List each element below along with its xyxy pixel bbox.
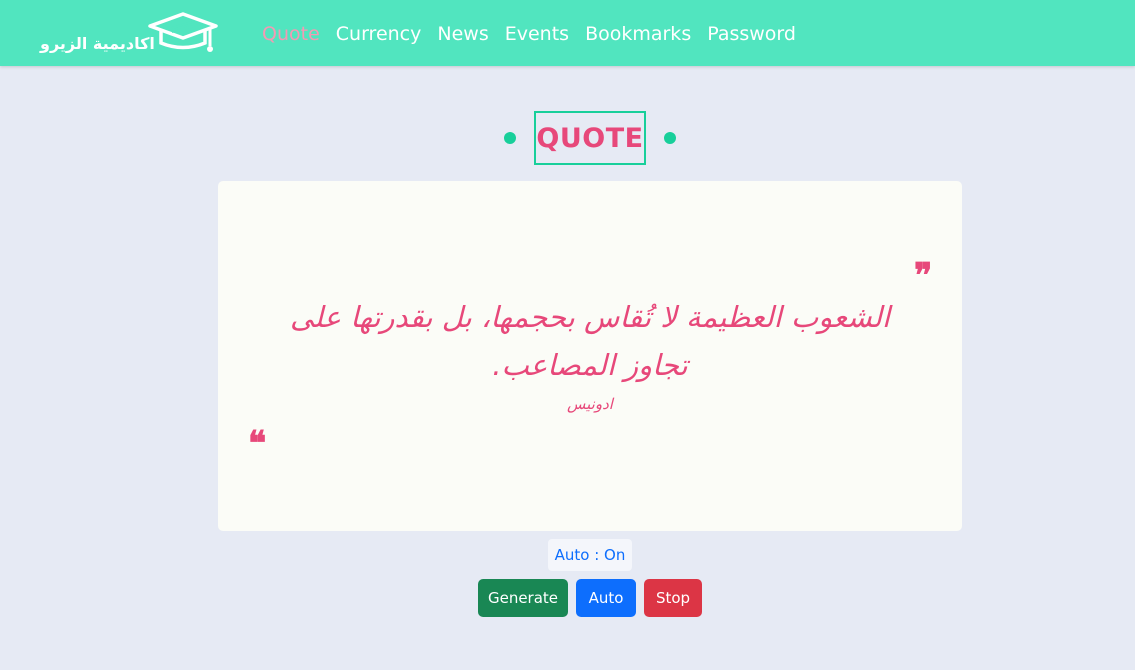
nav-link-password[interactable]: Password [707,22,796,46]
nav-link-quote[interactable]: Quote [262,22,320,46]
brand-logo[interactable]: اكاديمية الزيرو [40,12,222,56]
nav-link-news[interactable]: News [437,22,488,46]
closing-quote-icon: ❝ [248,424,267,464]
quote-text: الشعوب العظيمة لا تُقاس بحجمها، بل بقدرت… [289,300,890,382]
quote-card: ❞ الشعوب العظيمة لا تُقاس بحجمها، بل بقد… [218,181,962,531]
opening-quote-icon: ❞ [914,256,933,296]
title-dot-right [664,132,676,144]
navbar: اكاديمية الزيرو Quote Currency News Even… [0,0,1135,66]
brand-name: اكاديمية الزيرو [40,34,155,53]
main-nav: Quote Currency News Events Bookmarks Pas… [262,22,796,46]
title-dot-left [504,132,516,144]
generate-button[interactable]: Generate [478,579,568,617]
page-title: QUOTE [536,122,644,154]
auto-status-badge: Auto : On [548,539,632,571]
stop-button[interactable]: Stop [644,579,702,617]
nav-link-bookmarks[interactable]: Bookmarks [585,22,691,46]
nav-link-events[interactable]: Events [505,22,569,46]
graduation-cap-icon [148,12,218,52]
auto-button[interactable]: Auto [576,579,636,617]
page-title-box: QUOTE [534,111,646,165]
quote-author: ادونيس [567,395,613,413]
page-title-section: QUOTE [500,111,680,165]
nav-link-currency[interactable]: Currency [336,22,422,46]
